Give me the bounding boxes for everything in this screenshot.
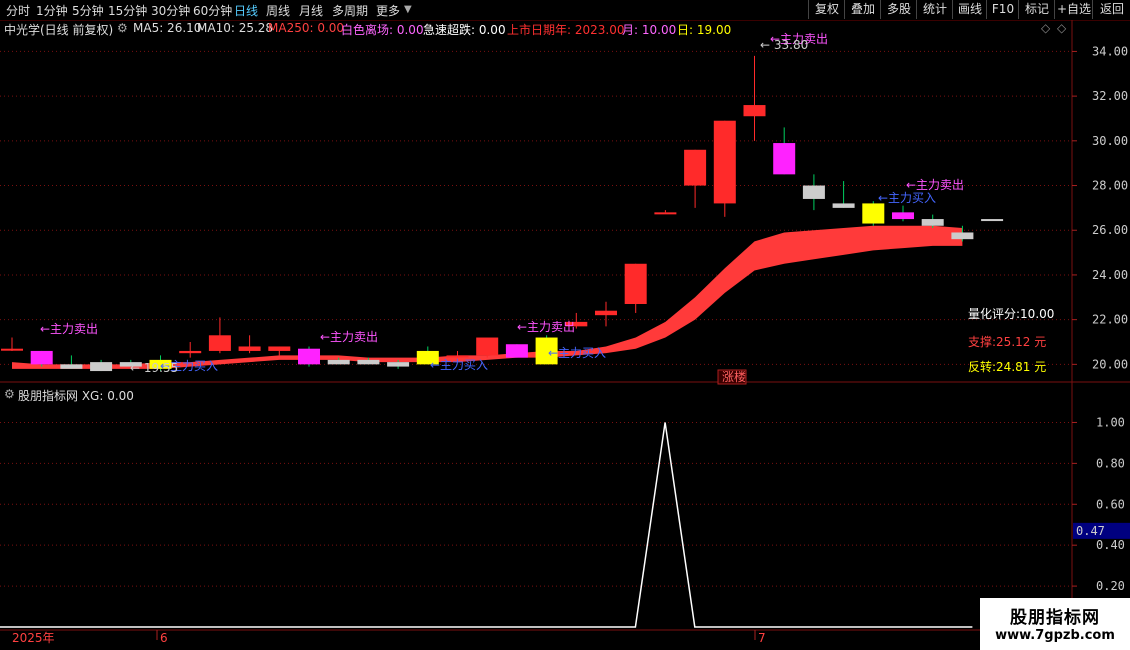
x-axis-month-label: 7 [758, 631, 766, 645]
current-value-label: 0.47 [1076, 524, 1105, 538]
kline-chart: 20.00 22.00 24.00 26.00 28.00 30.00 32.00 34.00… [0, 20, 1130, 645]
candle-body [595, 310, 617, 316]
candle-body [951, 232, 974, 240]
sub-collapse-icon[interactable]: ⚙ [4, 387, 15, 401]
candle-body [862, 203, 885, 224]
sub-indicator-title: 股朋指标网 XG: 0.00 [18, 389, 134, 403]
y-tick-label: 24.00 [1092, 268, 1128, 282]
candle-body [832, 203, 855, 208]
logo-url: www.7gpzb.com [995, 628, 1115, 643]
reversal-label: 反转:24.81 元 [968, 359, 1046, 374]
candle-body [892, 212, 914, 220]
y-tick-label: 34.00 [1092, 44, 1128, 58]
candle-body [684, 149, 707, 186]
candle-body [30, 350, 53, 365]
y-tick-label: 0.20 [1096, 579, 1125, 593]
x-axis-year-label: 2025年 [12, 631, 55, 645]
xg-indicator-line [0, 422, 973, 628]
candle-body [713, 120, 736, 204]
y-tick-label: 22.00 [1092, 313, 1128, 327]
candle-body [654, 212, 677, 215]
y-tick-label: 0.80 [1096, 456, 1125, 470]
x-axis-month-label: 6 [160, 631, 168, 645]
buy-signal-label: ←主力买入 [548, 346, 606, 360]
high-price-label: ← 33.80 [760, 38, 808, 52]
candle-body [238, 346, 261, 351]
candle-body [773, 143, 796, 175]
y-tick-label: 26.00 [1092, 223, 1128, 237]
candle-body [505, 344, 528, 358]
logo-text: 股朋指标网 [1010, 608, 1100, 628]
candle-body [208, 335, 231, 351]
candle-body [981, 219, 1004, 222]
y-tick-label: 20.00 [1092, 357, 1128, 371]
candle-body [298, 348, 320, 365]
candle-body [357, 359, 380, 365]
candle-body [268, 346, 291, 351]
low-price-label: ← 19.55 [130, 361, 178, 375]
quant-score-label: 量化评分:10.00 [968, 307, 1054, 321]
sell-signal-label: ←主力卖出 [517, 320, 575, 334]
candle-body [327, 359, 350, 365]
candle-body [90, 362, 113, 372]
sell-signal-label: ←主力卖出 [906, 178, 964, 192]
y-tick-label: 0.60 [1096, 497, 1125, 511]
y-tick-label: 0.40 [1096, 538, 1125, 552]
y-tick-label: 30.00 [1092, 134, 1128, 148]
candle-body [387, 362, 410, 367]
candle-body [743, 105, 766, 117]
candle-body [1, 348, 23, 351]
buy-signal-label: ←主力买入 [878, 191, 936, 205]
support-label: 支撑:25.12 元 [968, 334, 1046, 349]
candle-body [179, 350, 202, 354]
sell-signal-label: ←主力卖出 [40, 322, 98, 336]
y-tick-label: 28.00 [1092, 179, 1128, 193]
candle-body [476, 337, 499, 356]
site-logo: 股朋指标网 www.7gpzb.com [980, 598, 1130, 650]
y-tick-label: 32.00 [1092, 89, 1128, 103]
sell-signal-label: ←主力卖出 [320, 330, 378, 344]
candle-body [802, 185, 825, 199]
limit-up-label: 涨楼 [722, 369, 746, 384]
candle-body [60, 364, 83, 369]
buy-signal-label: ←主力买入 [430, 358, 488, 372]
candle-body [921, 219, 944, 226]
y-tick-label: 1.00 [1096, 415, 1125, 429]
candle-body [624, 263, 647, 304]
